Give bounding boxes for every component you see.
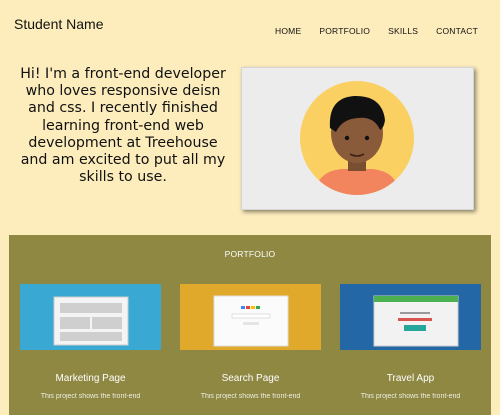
avatar-card <box>241 67 474 210</box>
project-thumbnail[interactable] <box>340 284 481 350</box>
project-card-travel[interactable]: Travel App This project shows the front-… <box>340 284 481 400</box>
wireframe-icon <box>53 296 129 346</box>
nav-portfolio-link[interactable]: PORTFOLIO <box>319 26 370 36</box>
project-name: Travel App <box>386 373 435 384</box>
project-thumbnail[interactable] <box>20 284 161 350</box>
project-description: This project shows the front-end <box>40 393 141 400</box>
project-description: This project shows the front-end <box>200 393 301 400</box>
project-card-search[interactable]: Search Page This project shows the front… <box>180 284 321 400</box>
portfolio-section: PORTFOLIO Marketing Page This project sh… <box>9 235 491 415</box>
avatar-illustration-icon <box>300 81 414 195</box>
project-thumbnail[interactable] <box>180 284 321 350</box>
site-brand[interactable]: Student Name <box>14 16 104 32</box>
project-card-marketing[interactable]: Marketing Page This project shows the fr… <box>20 284 161 400</box>
travel-app-preview-icon <box>373 295 459 347</box>
nav-home-link[interactable]: HOME <box>275 26 301 36</box>
project-name: Search Page <box>221 373 280 384</box>
hero-intro: Hi! I'm a front-end developer who loves … <box>20 66 226 186</box>
site-header: Student Name HOME PORTFOLIO SKILLS CONTA… <box>0 0 500 50</box>
portfolio-title: PORTFOLIO <box>224 249 276 259</box>
project-description: This project shows the front-end <box>360 393 461 400</box>
main-nav: HOME PORTFOLIO SKILLS CONTACT <box>275 26 478 36</box>
nav-skills-link[interactable]: SKILLS <box>388 26 418 36</box>
project-name: Marketing Page <box>55 373 126 384</box>
search-page-preview-icon <box>213 295 289 347</box>
nav-contact-link[interactable]: CONTACT <box>436 26 478 36</box>
